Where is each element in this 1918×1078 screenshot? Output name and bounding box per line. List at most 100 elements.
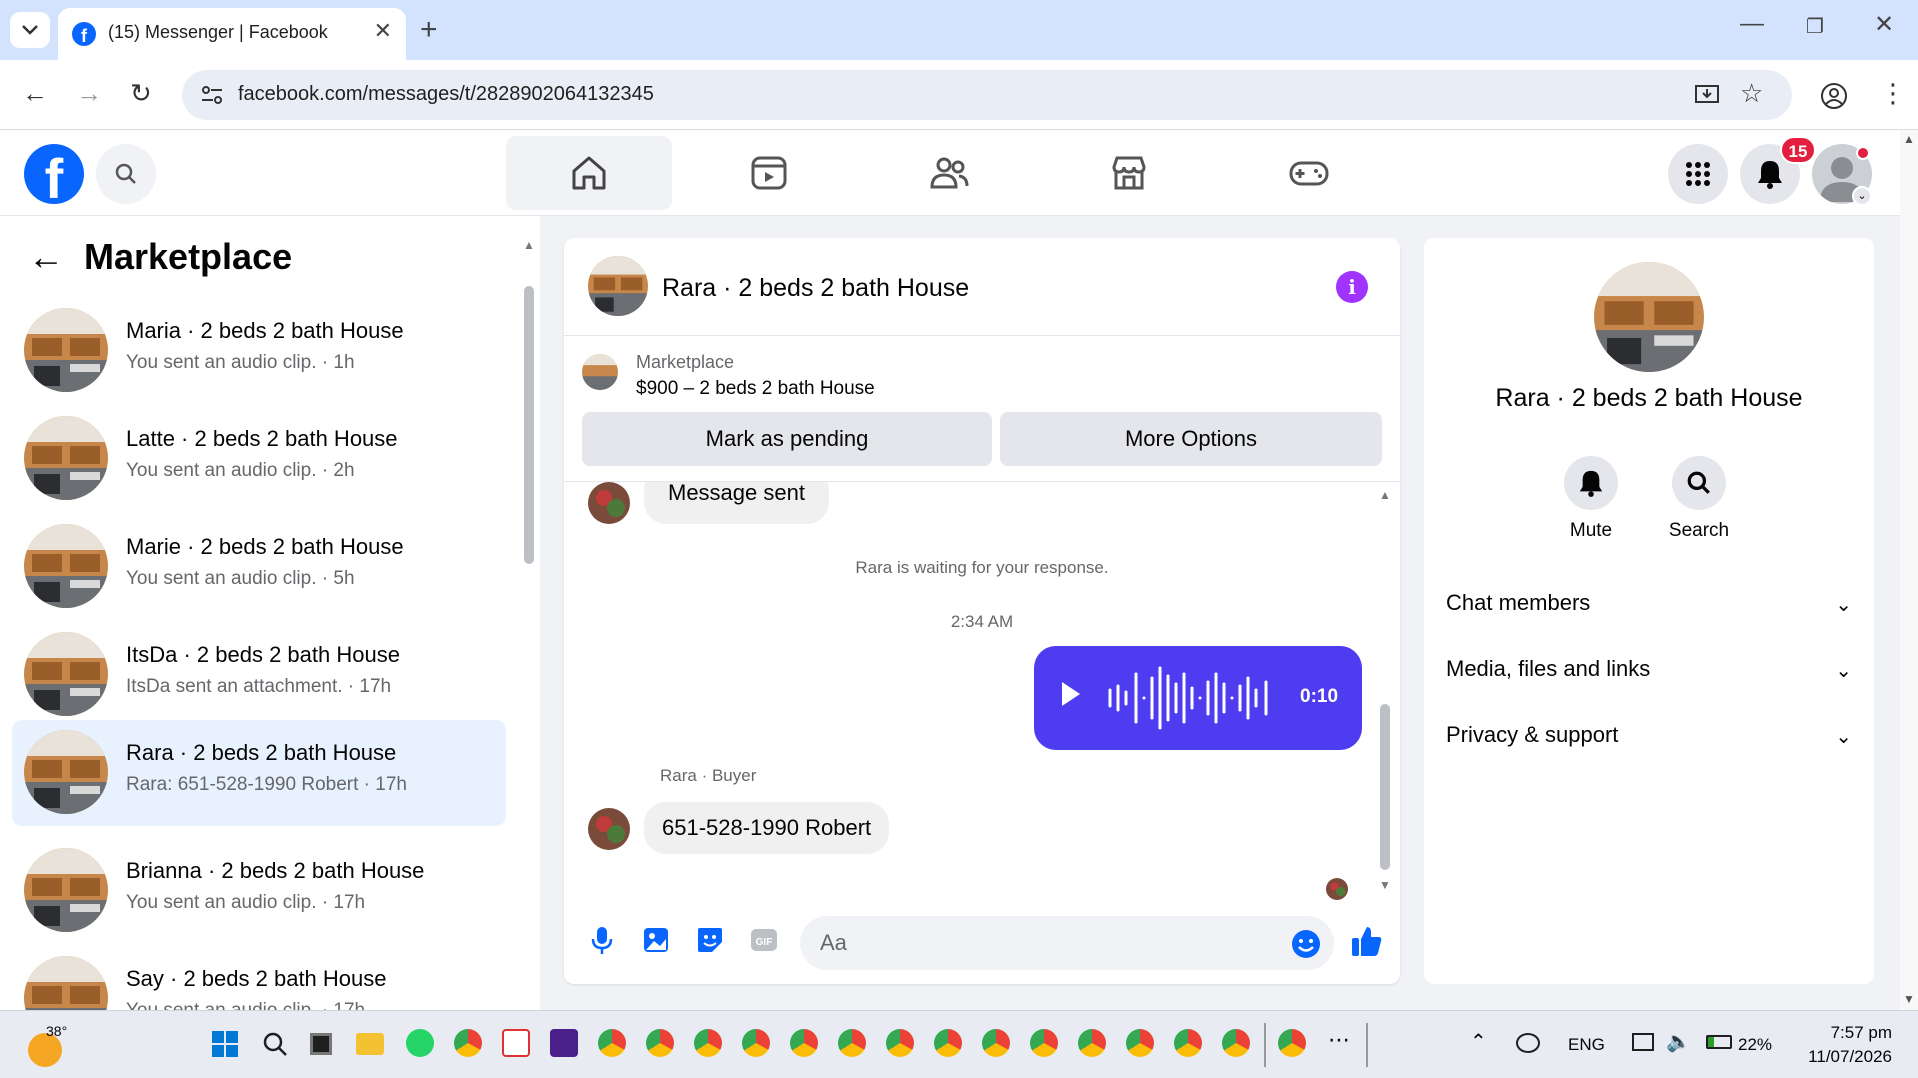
chat-title[interactable]: Rara · 2 beds 2 bath House (662, 274, 969, 303)
play-icon[interactable] (1062, 682, 1080, 706)
accordion-chat-members[interactable]: Chat members ⌄ (1446, 590, 1852, 630)
accordion-privacy-support[interactable]: Privacy & support ⌄ (1446, 722, 1852, 762)
chrome-profile-icon[interactable] (1078, 1029, 1106, 1057)
taskbar-search-icon[interactable] (262, 1031, 288, 1057)
browser-tab-active[interactable]: f (15) Messenger | Facebook ✕ (58, 8, 406, 60)
sidebar-scroll-thumb[interactable] (524, 286, 534, 564)
chrome-profile-icon[interactable] (1174, 1029, 1202, 1057)
conversation-item[interactable]: Marie · 2 beds 2 bath House You sent an … (12, 514, 506, 620)
chat-scroll-thumb[interactable] (1380, 704, 1390, 870)
browser-menu-icon[interactable]: ⋮ (1880, 78, 1906, 109)
conversation-preview: ItsDa sent an attachment. · 17h (126, 676, 392, 697)
more-apps-icon[interactable]: ⋯ (1328, 1027, 1350, 1053)
chrome-profile-icon[interactable] (790, 1029, 818, 1057)
tab-close-icon[interactable]: ✕ (374, 18, 392, 44)
nav-home[interactable] (506, 136, 672, 210)
nav-marketplace[interactable] (1046, 136, 1212, 210)
mark-as-pending-button[interactable]: Mark as pending (582, 412, 992, 466)
conversation-item[interactable]: ItsDa · 2 beds 2 bath House ItsDa sent a… (12, 622, 506, 728)
thumbs-up-icon[interactable] (1350, 924, 1384, 958)
bookmark-star-icon[interactable]: ☆ (1740, 78, 1763, 109)
chrome-icon[interactable] (598, 1029, 626, 1057)
chrome-icon[interactable] (454, 1029, 482, 1057)
message-input[interactable]: Aa (800, 916, 1334, 970)
chat-scrollbar[interactable]: ▲ ▼ (1376, 482, 1394, 902)
nav-friends[interactable] (866, 136, 1032, 210)
whatsapp-icon[interactable] (406, 1029, 434, 1057)
chrome-profile-icon[interactable] (838, 1029, 866, 1057)
conversation-item-active[interactable]: Rara · 2 beds 2 bath House Rara: 651-528… (12, 720, 506, 826)
page-scrollbar[interactable]: ▲ ▼ (1900, 130, 1918, 1010)
site-settings-icon[interactable] (200, 84, 224, 106)
accordion-media-files-links[interactable]: Media, files and links ⌄ (1446, 656, 1852, 696)
conversation-name: Maria · 2 beds 2 bath House (126, 318, 404, 343)
emoji-icon[interactable] (1290, 928, 1322, 960)
chrome-profile-icon[interactable] (1126, 1029, 1154, 1057)
scroll-up-arrow-icon[interactable]: ▲ (1379, 488, 1391, 502)
chrome-profile-icon[interactable] (1222, 1029, 1250, 1057)
new-tab-button[interactable]: + (420, 12, 438, 48)
install-app-icon[interactable] (1694, 82, 1720, 108)
scroll-down-arrow-icon[interactable]: ▼ (1903, 992, 1915, 1006)
show-hidden-icons-chevron-icon[interactable]: ⌃ (1470, 1029, 1487, 1054)
scroll-up-arrow-icon[interactable]: ▲ (523, 238, 535, 252)
chrome-profile-icon[interactable] (694, 1029, 722, 1057)
nav-video[interactable] (686, 136, 852, 210)
taskbar-divider (1366, 1023, 1368, 1067)
mute-button[interactable]: Mute (1536, 456, 1646, 542)
conversation-preview: You sent an audio clip. · 5h (126, 568, 355, 589)
facebook-logo[interactable]: f (24, 144, 84, 204)
conversation-item[interactable]: Say · 2 beds 2 bath House You sent an au… (12, 946, 506, 1010)
back-icon[interactable]: ← (22, 78, 48, 109)
scroll-down-arrow-icon[interactable]: ▼ (1379, 878, 1391, 892)
reload-icon[interactable]: ↻ (130, 78, 152, 109)
chrome-profile-icon[interactable] (982, 1029, 1010, 1057)
more-options-button[interactable]: More Options (1000, 412, 1382, 466)
chrome-profile-icon[interactable] (934, 1029, 962, 1057)
scroll-up-arrow-icon[interactable]: ▲ (1903, 132, 1915, 146)
snipping-tool-icon[interactable] (502, 1029, 530, 1057)
forward-icon[interactable]: → (76, 78, 102, 109)
search-conversation-button[interactable]: Search (1644, 456, 1754, 542)
conversation-item[interactable]: Latte · 2 beds 2 bath House You sent an … (12, 406, 506, 512)
photo-icon[interactable] (640, 924, 672, 956)
gif-icon[interactable]: GIF (748, 924, 780, 956)
menu-button[interactable] (1668, 144, 1728, 204)
listing-price-title[interactable]: $900 – 2 beds 2 bath House (636, 378, 875, 400)
taskbar-clock[interactable]: 7:57 pm 11/07/2026 (1796, 1021, 1892, 1069)
file-explorer-icon[interactable] (356, 1033, 384, 1055)
tab-list-button[interactable] (10, 12, 50, 48)
chrome-profile-icon[interactable] (1278, 1029, 1306, 1057)
chrome-profile-icon[interactable] (742, 1029, 770, 1057)
language-indicator[interactable]: ENG (1568, 1035, 1605, 1055)
restore-icon[interactable]: ❐ (1806, 14, 1824, 39)
chrome-profile-icon[interactable] (1030, 1029, 1058, 1057)
windows-start-icon[interactable] (212, 1031, 238, 1057)
microphone-icon[interactable] (586, 924, 618, 956)
chat-avatar[interactable] (588, 256, 648, 316)
conversation-item[interactable]: Brianna · 2 beds 2 bath House You sent a… (12, 838, 506, 944)
clock-date: 11/07/2026 (1808, 1047, 1892, 1066)
chevron-down-icon (22, 25, 38, 35)
chrome-profile-icon[interactable] (886, 1029, 914, 1057)
profile-icon[interactable] (1820, 82, 1848, 110)
info-icon[interactable]: i (1336, 271, 1368, 303)
omnibox[interactable]: facebook.com/messages/t/2828902064132345… (182, 70, 1792, 120)
nav-gaming[interactable] (1226, 136, 1392, 210)
back-arrow-icon[interactable]: ← (28, 236, 64, 278)
battery-icon[interactable] (1706, 1035, 1732, 1049)
app-icon[interactable] (550, 1029, 578, 1057)
minimize-icon[interactable]: — (1740, 10, 1764, 38)
task-view-icon[interactable] (310, 1033, 332, 1055)
close-window-icon[interactable]: ✕ (1874, 10, 1894, 39)
onedrive-icon[interactable] (1516, 1033, 1540, 1053)
sidebar-scrollbar[interactable]: ▲ ▼ (522, 238, 535, 996)
chrome-profile-icon[interactable] (646, 1029, 674, 1057)
sticker-icon[interactable] (694, 924, 726, 956)
search-button[interactable] (96, 144, 156, 204)
facebook-favicon-icon: f (72, 22, 96, 46)
conversation-item[interactable]: Maria · 2 beds 2 bath House You sent an … (12, 298, 506, 404)
account-chevron-icon[interactable]: ⌄ (1852, 186, 1872, 206)
display-icon[interactable] (1632, 1033, 1654, 1051)
volume-icon[interactable]: 🔈 (1666, 1029, 1691, 1054)
